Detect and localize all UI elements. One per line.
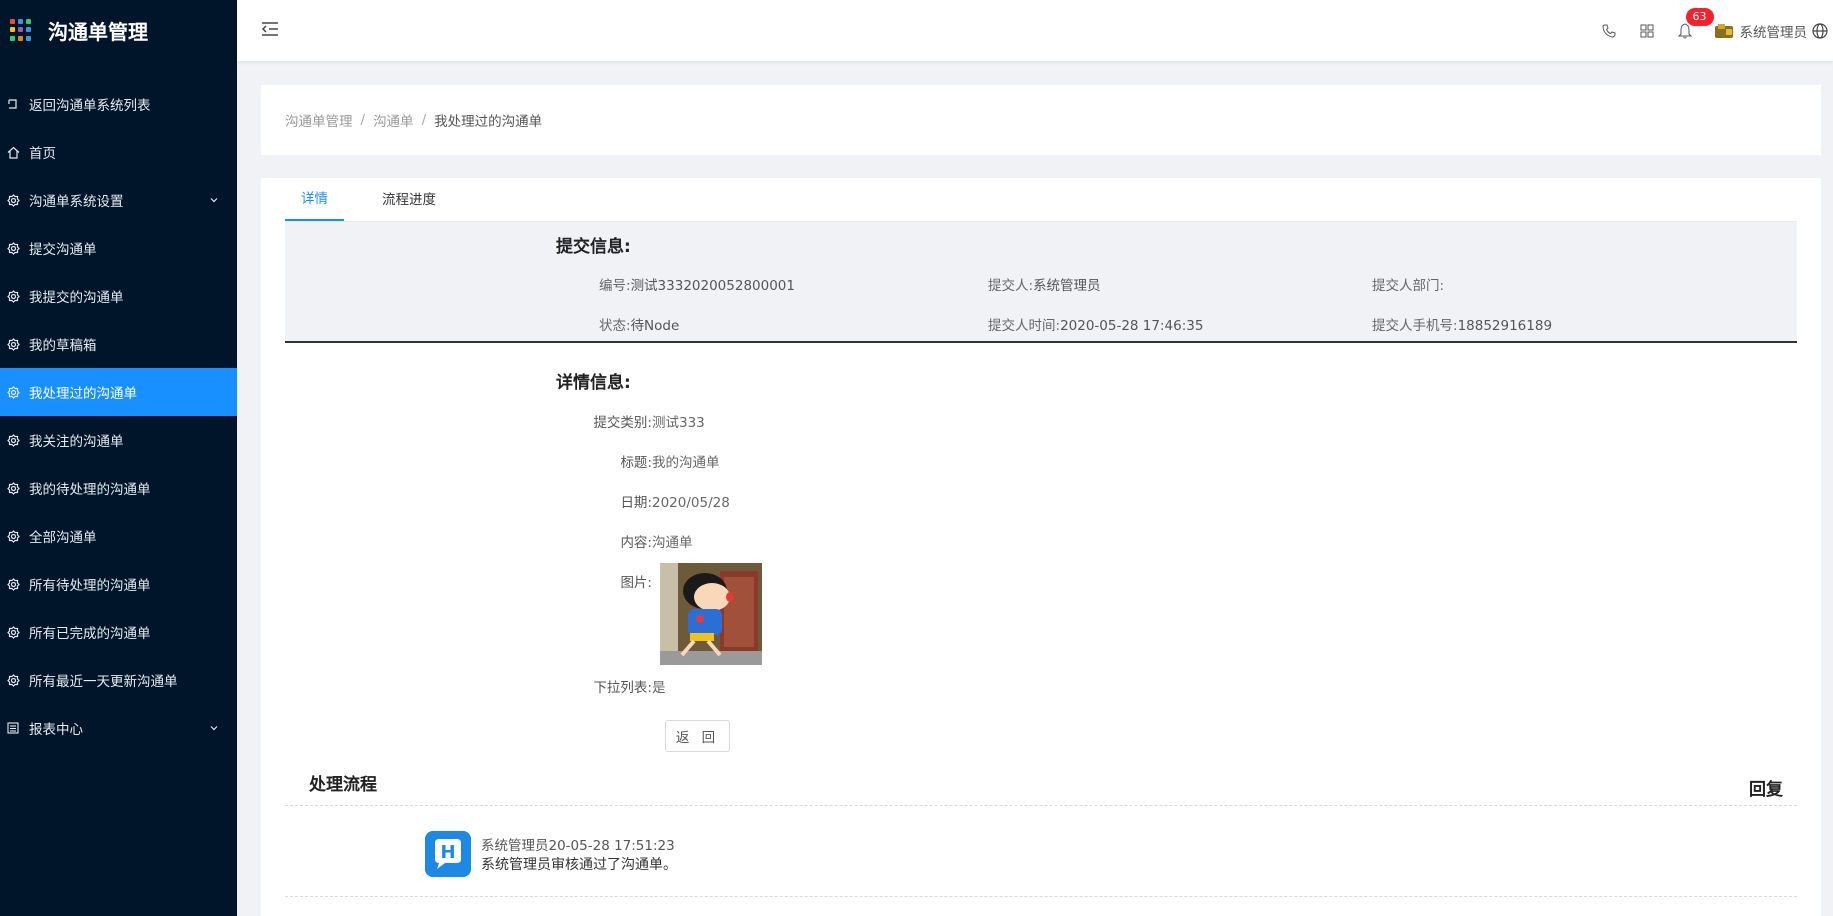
gear-icon — [6, 193, 20, 207]
detail-image-label: 图片: — [620, 575, 652, 591]
app-grid-logo-icon — [10, 19, 32, 41]
sidebar-item[interactable]: 提交沟通单 — [0, 224, 237, 272]
back-button[interactable]: 返 回 — [665, 720, 730, 752]
detail-category: 提交类别:测试333 — [593, 415, 705, 431]
bell-icon — [1677, 22, 1692, 38]
detail-info-title: 详情信息: — [556, 373, 631, 393]
sidebar-item[interactable]: 沟通单系统设置 — [0, 176, 237, 224]
submit-info-title: 提交信息: — [556, 237, 631, 257]
sidebar-item[interactable]: 我的待处理的沟通单 — [0, 464, 237, 512]
detail-title: 标题:我的沟通单 — [620, 455, 720, 471]
content-area: 沟通单管理 / 沟通单 / 我处理过的沟通单 详情 流程进度 提交信息: 编号:… — [237, 61, 1833, 916]
sidebar-item-label: 沟通单系统设置 — [29, 194, 124, 210]
sidebar-item[interactable]: 我处理过的沟通单 — [0, 368, 237, 416]
sidebar-item-label: 提交沟通单 — [29, 242, 97, 258]
breadcrumb-item[interactable]: 沟通单管理 — [285, 110, 353, 130]
sidebar-item-label: 所有最近一天更新沟通单 — [29, 674, 178, 690]
gear-icon — [6, 625, 20, 639]
sidebar-item-label: 全部沟通单 — [29, 530, 97, 546]
gear-icon — [6, 481, 20, 495]
logo: 沟通单管理 — [0, 0, 237, 60]
detail-date: 日期:2020/05/28 — [620, 495, 730, 511]
info-department: 提交人部门: — [1372, 278, 1445, 294]
avatar — [1714, 23, 1733, 38]
sidebar-item[interactable]: 全部沟通单 — [0, 512, 237, 560]
sidebar-item[interactable]: 所有待处理的沟通单 — [0, 560, 237, 608]
sidebar-item-label: 我的草稿箱 — [29, 338, 97, 354]
gear-icon — [6, 529, 20, 543]
tab-process-progress[interactable]: 流程进度 — [366, 178, 452, 221]
gear-icon — [6, 241, 20, 255]
gear-icon — [6, 337, 20, 351]
gear-icon — [6, 289, 20, 303]
info-submit-time: 提交人时间:2020-05-28 17:46:35 — [988, 318, 1204, 334]
sidebar-item[interactable]: 报表中心 — [0, 704, 237, 752]
breadcrumb-separator: / — [360, 112, 366, 128]
detail-card: 详情 流程进度 提交信息: 编号:测试3332020052800001 提交人:… — [261, 178, 1821, 916]
sidebar-item[interactable]: 首页 — [0, 128, 237, 176]
breadcrumb-separator: / — [421, 112, 427, 128]
gear-icon — [6, 433, 20, 447]
info-status: 状态:待Node — [599, 318, 680, 334]
sidebar-item-label: 我的待处理的沟通单 — [29, 482, 151, 498]
header-actions: 63 系统管理员 — [1590, 0, 1833, 61]
tab-details[interactable]: 详情 — [285, 178, 344, 221]
home-icon — [6, 145, 20, 159]
header: 63 系统管理员 — [237, 0, 1833, 61]
user-menu[interactable]: 系统管理员 — [1714, 21, 1808, 41]
breadcrumb: 沟通单管理 / 沟通单 / 我处理过的沟通单 — [261, 85, 1821, 155]
sidebar-item-label: 所有已完成的沟通单 — [29, 626, 151, 642]
info-number: 编号:测试3332020052800001 — [599, 278, 795, 294]
info-phone: 提交人手机号:18852916189 — [1372, 318, 1553, 334]
app-grid-icon[interactable] — [1628, 24, 1666, 38]
notification-badge: 63 — [1685, 7, 1714, 26]
sidebar-item-label: 首页 — [29, 146, 56, 162]
menu-fold-icon[interactable] — [261, 20, 279, 38]
svg-text:H: H — [440, 842, 455, 863]
notification-bell[interactable]: 63 — [1666, 7, 1714, 39]
info-submitter: 提交人:系统管理员 — [988, 278, 1101, 294]
sidebar-item-label: 我处理过的沟通单 — [29, 386, 137, 402]
sidebar-item-label: 所有待处理的沟通单 — [29, 578, 151, 594]
process-entry-message: 系统管理员审核通过了沟通单。 — [481, 857, 677, 873]
detail-dropdown: 下拉列表:是 — [593, 680, 666, 696]
chevron-down-icon — [209, 193, 219, 209]
sidebar: 沟通单管理 返回沟通单系统列表 首页沟通单系统设置 提交沟通单我提交的沟通单 我的草稿… — [0, 0, 237, 916]
sidebar-item-label: 返回沟通单系统列表 — [29, 98, 151, 114]
detail-content: 内容:沟通单 — [620, 535, 693, 551]
globe-icon[interactable] — [1807, 22, 1833, 39]
sidebar-item-label: 我提交的沟通单 — [29, 290, 124, 306]
sidebar-item[interactable]: 我提交的沟通单 — [0, 272, 237, 320]
sidebar-item-label: 我关注的沟通单 — [29, 434, 124, 450]
sidebar-item[interactable]: 返回沟通单系统列表 — [0, 80, 237, 128]
submit-info-section: 提交信息: 编号:测试3332020052800001 提交人:系统管理员 提交… — [285, 222, 1797, 343]
breadcrumb-item[interactable]: 沟通单 — [373, 110, 414, 130]
gear-icon — [6, 385, 20, 399]
divider — [285, 805, 1797, 806]
process-title: 处理流程 — [309, 775, 377, 795]
app-title: 沟通单管理 — [48, 19, 148, 44]
sidebar-item-label: 报表中心 — [29, 722, 83, 738]
sidebar-item[interactable]: 我的草稿箱 — [0, 320, 237, 368]
gear-icon — [6, 577, 20, 591]
attached-image[interactable] — [660, 563, 762, 665]
sidebar-menu: 返回沟通单系统列表 首页沟通单系统设置 提交沟通单我提交的沟通单 我的草稿箱我处理过的… — [0, 80, 237, 752]
chevron-down-icon — [209, 721, 219, 737]
process-entry-meta: 系统管理员20-05-28 17:51:23 — [481, 838, 675, 854]
breadcrumb-current: 我处理过的沟通单 — [434, 114, 543, 130]
reply-title: 回复 — [1749, 780, 1783, 800]
sidebar-item[interactable]: 所有已完成的沟通单 — [0, 608, 237, 656]
phone-icon[interactable] — [1590, 24, 1628, 38]
user-name: 系统管理员 — [1739, 24, 1808, 41]
process-avatar: H — [425, 831, 471, 877]
divider — [285, 896, 1797, 897]
return-icon — [6, 97, 20, 111]
sidebar-item[interactable]: 所有最近一天更新沟通单 — [0, 656, 237, 704]
tab-bar: 详情 流程进度 — [285, 178, 1797, 222]
sidebar-item[interactable]: 我关注的沟通单 — [0, 416, 237, 464]
report-icon — [6, 721, 20, 735]
gear-icon — [6, 673, 20, 687]
